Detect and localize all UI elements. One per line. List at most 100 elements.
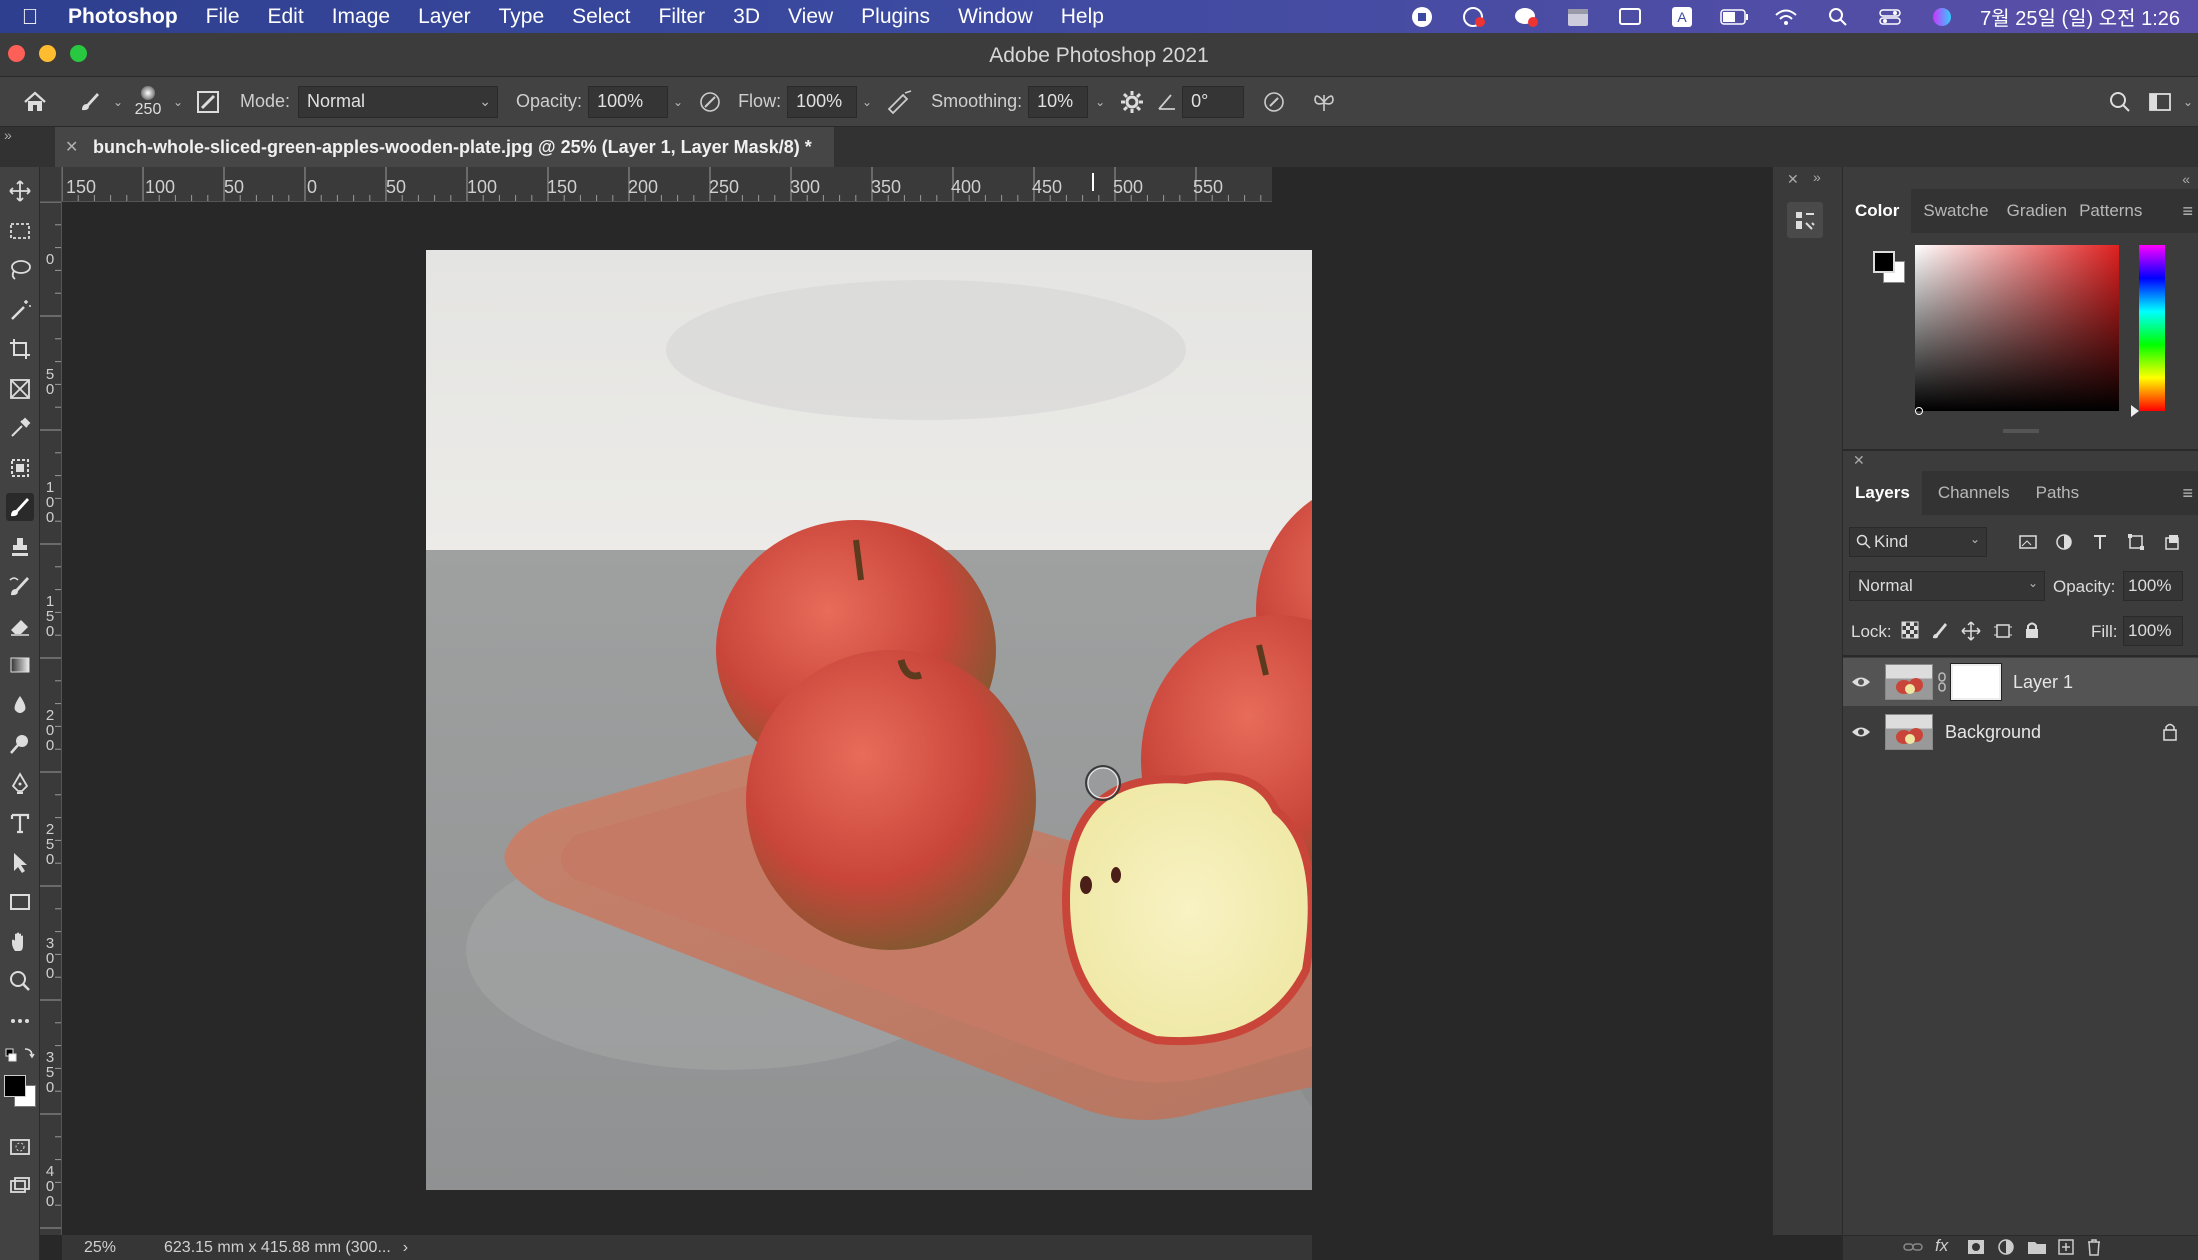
control-center-icon[interactable] — [1876, 6, 1904, 28]
opacity-chevron-icon[interactable]: ⌄ — [668, 85, 688, 119]
collapse-toolbar-icon[interactable]: » — [4, 127, 12, 143]
collapse-panels-icon[interactable]: « — [2182, 171, 2190, 187]
tab-layers[interactable]: Layers — [1843, 471, 1922, 515]
workspace-icon[interactable] — [2142, 85, 2178, 119]
layer-name[interactable]: Background — [1945, 722, 2041, 743]
menu-layer[interactable]: Layer — [404, 5, 485, 29]
properties-panel-icon[interactable] — [1787, 202, 1823, 238]
smoothing-settings-gear-icon[interactable] — [1112, 85, 1152, 119]
status-menu-arrow[interactable]: › — [403, 1239, 408, 1257]
quick-mask-icon[interactable] — [6, 1133, 34, 1161]
tab-channels[interactable]: Channels — [1922, 471, 2026, 515]
menu-image[interactable]: Image — [318, 5, 404, 29]
tab-paths[interactable]: Paths — [2026, 471, 2089, 515]
zoom-tool-icon[interactable] — [6, 967, 34, 995]
vertical-ruler[interactable]: 0 5 0 1 0 0 1 5 0 2 0 0 2 5 0 3 0 0 3 5 … — [40, 202, 62, 1235]
panel-menu-icon[interactable]: ≡ — [2182, 483, 2193, 504]
hue-slider-handle[interactable] — [2131, 405, 2139, 417]
home-icon[interactable] — [0, 85, 70, 119]
workspace-chevron-icon[interactable]: ⌄ — [2178, 85, 2198, 119]
lasso-tool-icon[interactable] — [6, 256, 34, 284]
creative-cloud-icon[interactable] — [1460, 6, 1488, 28]
lock-transparent-pixels-icon[interactable] — [1901, 621, 1919, 644]
horizontal-ruler[interactable]: 150 100 50 0 50 100 150 200 250 300 350 … — [62, 167, 1272, 202]
document-info[interactable]: 623.15 mm x 415.88 mm (300... — [164, 1239, 391, 1257]
input-source-icon[interactable]: A — [1668, 6, 1696, 28]
mode-dropdown[interactable]: Normal ⌄ — [298, 85, 499, 118]
spotlight-icon[interactable] — [1824, 6, 1852, 28]
lock-position-icon[interactable] — [1961, 621, 1981, 646]
screen-mode-icon[interactable] — [6, 1172, 34, 1200]
eye-visibility-icon[interactable] — [1843, 675, 1879, 689]
close-icon[interactable]: ✕ — [65, 137, 78, 157]
layer-row-background[interactable]: Background — [1843, 708, 2198, 756]
screen-record-icon[interactable] — [1408, 6, 1436, 28]
layer-thumbnail[interactable] — [1885, 664, 1933, 700]
menu-view[interactable]: View — [774, 5, 847, 29]
rectangular-marquee-tool-icon[interactable] — [6, 217, 34, 245]
panel-menu-icon[interactable]: ≡ — [2182, 201, 2193, 222]
menu-plugins[interactable]: Plugins — [847, 5, 944, 29]
layer-row-layer-1[interactable]: Layer 1 — [1843, 658, 2198, 706]
link-layers-icon[interactable] — [1903, 1239, 1923, 1260]
layer-mask-thumbnail[interactable] — [1950, 663, 2002, 701]
crop-tool-icon[interactable] — [6, 335, 34, 363]
blur-tool-icon[interactable] — [6, 691, 34, 719]
apple-icon[interactable]:  — [0, 4, 60, 30]
layer-name[interactable]: Layer 1 — [2013, 672, 2073, 693]
menu-filter[interactable]: Filter — [645, 5, 720, 29]
brush-tool-icon[interactable] — [6, 493, 34, 521]
opacity-field[interactable]: 100% — [588, 85, 669, 118]
brush-size-picker[interactable]: 250 — [126, 85, 170, 119]
airbrush-icon[interactable] — [877, 85, 921, 119]
color-field[interactable] — [1915, 245, 2119, 411]
chat-icon[interactable] — [1512, 6, 1540, 28]
dodge-tool-icon[interactable] — [6, 730, 34, 758]
close-icon[interactable]: ✕ — [1787, 171, 1799, 188]
panel-resize-grip[interactable] — [2003, 429, 2039, 433]
filter-smart-objects-icon[interactable] — [2163, 533, 2181, 556]
menu-select[interactable]: Select — [558, 5, 644, 29]
menu-edit[interactable]: Edit — [254, 5, 318, 29]
path-selection-tool-icon[interactable] — [6, 849, 34, 877]
filter-type-layers-icon[interactable] — [2091, 533, 2109, 556]
document-image[interactable] — [426, 250, 1312, 1190]
default-colors-icon[interactable] — [4, 1045, 36, 1067]
pressure-size-icon[interactable] — [1244, 85, 1304, 119]
color-picker-marker[interactable] — [1915, 407, 1923, 415]
pressure-opacity-icon[interactable] — [688, 85, 732, 119]
fx-icon[interactable]: fx — [1935, 1236, 1948, 1256]
display-icon[interactable] — [1616, 6, 1644, 28]
document-tab[interactable]: ✕ bunch-whole-sliced-green-apples-wooden… — [55, 127, 834, 167]
clone-stamp-tool-icon[interactable] — [6, 533, 34, 561]
canvas-area[interactable] — [62, 202, 1312, 1235]
menu-window[interactable]: Window — [944, 5, 1047, 29]
smoothing-chevron-icon[interactable]: ⌄ — [1088, 85, 1112, 119]
brush-settings-panel-icon[interactable] — [186, 85, 230, 119]
link-chain-icon[interactable] — [1935, 672, 1949, 692]
filter-shape-layers-icon[interactable] — [2127, 533, 2145, 556]
brush-size-chevron-icon[interactable]: ⌄ — [170, 85, 186, 119]
history-brush-tool-icon[interactable] — [6, 572, 34, 600]
lock-artboard-icon[interactable] — [1993, 621, 2013, 646]
menu-3d[interactable]: 3D — [719, 5, 774, 29]
foreground-color-swatch[interactable] — [4, 1075, 26, 1097]
menu-type[interactable]: Type — [485, 5, 559, 29]
new-group-folder-icon[interactable] — [2027, 1239, 2047, 1260]
flow-field[interactable]: 100% — [787, 85, 858, 118]
add-mask-icon[interactable] — [1967, 1239, 1985, 1260]
zoom-level[interactable]: 25% — [84, 1239, 144, 1257]
smoothing-field[interactable]: 10% — [1028, 85, 1089, 118]
eraser-tool-icon[interactable] — [6, 612, 34, 640]
symmetry-butterfly-icon[interactable] — [1304, 85, 1344, 119]
tab-patterns[interactable]: Patterns — [2073, 189, 2148, 233]
lock-image-pixels-icon[interactable] — [1931, 621, 1949, 644]
foreground-background-swatches[interactable] — [2, 1073, 38, 1109]
filter-pixel-layers-icon[interactable] — [2019, 533, 2037, 556]
layer-filter-dropdown[interactable]: Kind ⌄ — [1849, 527, 1987, 557]
magic-wand-tool-icon[interactable] — [6, 296, 34, 324]
menu-help[interactable]: Help — [1047, 5, 1118, 29]
flow-chevron-icon[interactable]: ⌄ — [857, 85, 877, 119]
close-icon[interactable]: ✕ — [1853, 452, 1865, 469]
lock-all-icon[interactable] — [2023, 621, 2041, 644]
